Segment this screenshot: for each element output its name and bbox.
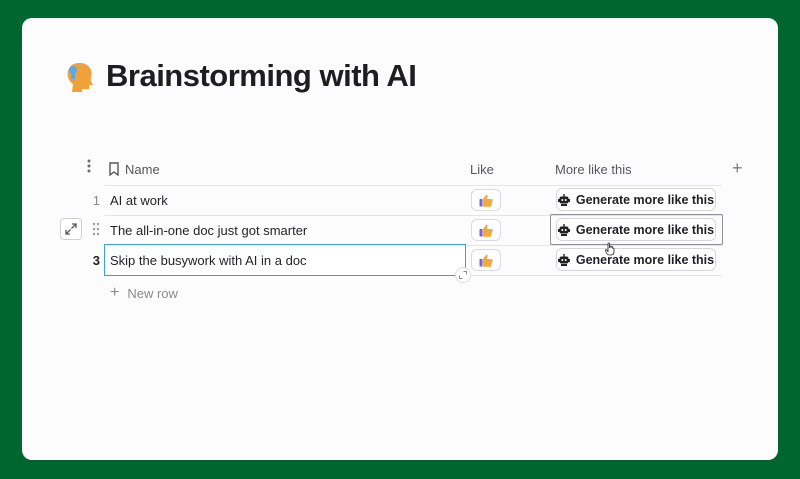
row-name-cell[interactable]: The all-in-one doc just got smarter xyxy=(110,223,307,238)
row-number: 1 xyxy=(92,193,100,208)
table-row[interactable]: The all-in-one doc just got smarter Gene… xyxy=(22,214,778,245)
thumbs-up-icon xyxy=(479,254,493,267)
bookmark-icon xyxy=(109,162,119,176)
column-header-name[interactable]: Name xyxy=(108,154,160,184)
page-header: Brainstorming with AI xyxy=(62,58,417,94)
generate-more-label: Generate more like this xyxy=(575,222,715,237)
plus-icon: + xyxy=(110,284,120,301)
generate-more-button[interactable]: Generate more like this xyxy=(556,218,716,241)
expand-icon xyxy=(65,223,77,235)
like-button[interactable] xyxy=(471,189,501,211)
row-name-cell[interactable]: AI at work xyxy=(110,193,168,208)
robot-icon xyxy=(557,193,570,206)
generate-more-button[interactable]: Generate more like this xyxy=(556,248,716,271)
drag-handle-icon[interactable] xyxy=(92,222,100,236)
column-header-like[interactable]: Like xyxy=(470,154,494,184)
cell-expand-handle[interactable] xyxy=(455,267,471,283)
robot-icon xyxy=(557,223,570,236)
robot-icon xyxy=(557,253,570,266)
column-header-name-label: Name xyxy=(125,161,160,177)
thumbs-up-icon xyxy=(479,224,493,237)
column-header-like-label: Like xyxy=(470,161,494,177)
expand-icon xyxy=(459,271,467,279)
thumbs-up-icon xyxy=(479,194,493,207)
table-row[interactable]: 3 Skip the busywork with AI in a doc Gen… xyxy=(22,244,778,283)
new-row-label: New row xyxy=(127,285,178,301)
head-profile-icon xyxy=(67,62,93,92)
add-column-icon[interactable]: + xyxy=(732,158,743,179)
table-row[interactable]: 1 AI at work Generate more like this xyxy=(22,185,778,215)
doc-card: Brainstorming with AI Name Like More lik… xyxy=(22,18,778,460)
page-title: Brainstorming with AI xyxy=(106,58,417,93)
column-header-more[interactable]: More like this xyxy=(555,154,632,184)
row-number: 3 xyxy=(92,253,100,268)
generate-more-label: Generate more like this xyxy=(575,252,715,267)
row-options-icon[interactable] xyxy=(86,158,92,176)
like-button[interactable] xyxy=(471,249,501,271)
row-name-cell[interactable]: Skip the busywork with AI in a doc xyxy=(110,253,307,268)
generate-more-label: Generate more like this xyxy=(575,192,715,207)
like-button[interactable] xyxy=(471,219,501,241)
column-header-more-label: More like this xyxy=(555,161,632,177)
hand-cursor-icon xyxy=(605,242,615,256)
expand-row-button[interactable] xyxy=(60,218,82,240)
generate-more-button[interactable]: Generate more like this xyxy=(556,188,716,211)
new-row-button[interactable]: + New row xyxy=(110,284,178,302)
